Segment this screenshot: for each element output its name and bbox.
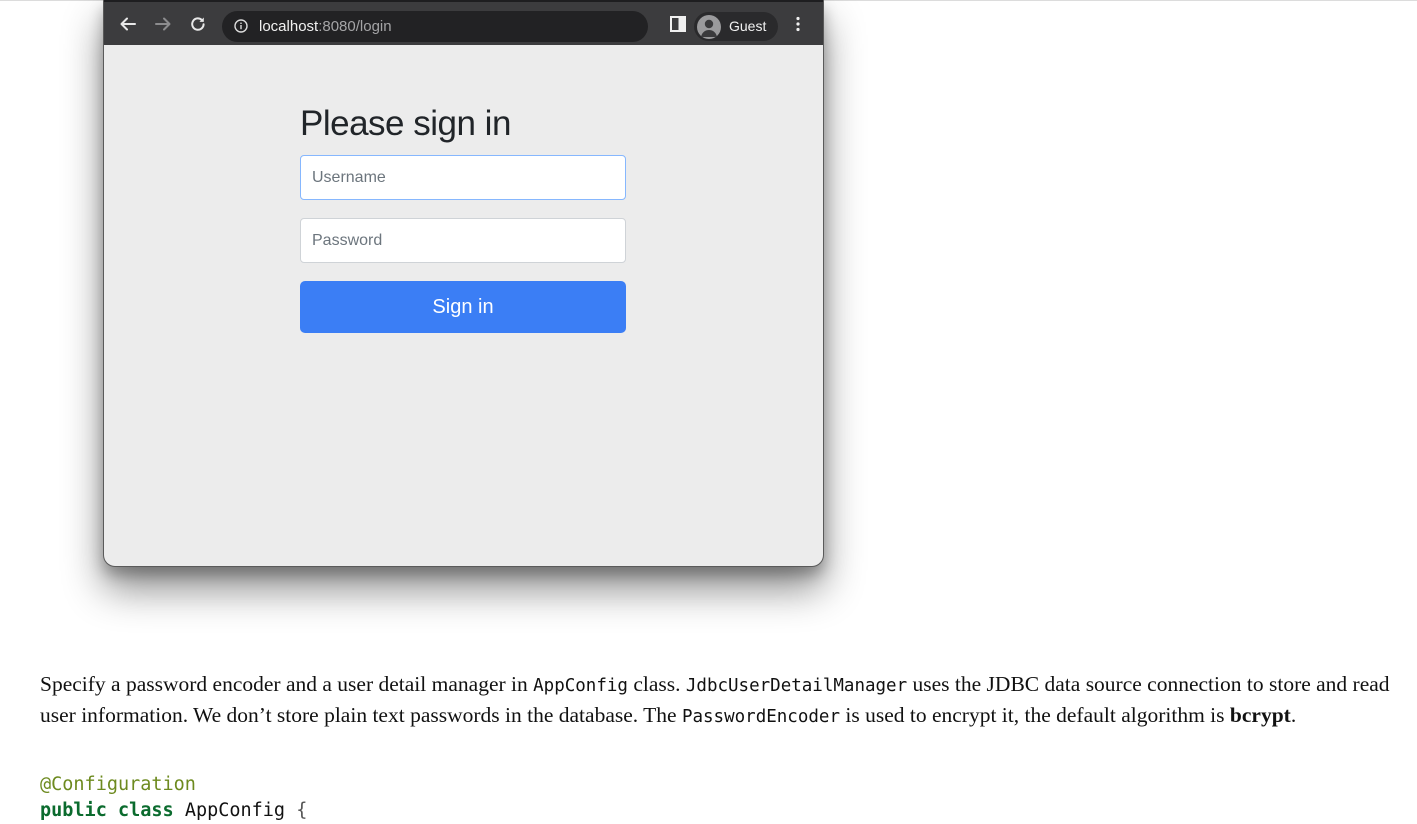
- bold-term: bcrypt: [1229, 702, 1291, 727]
- username-input[interactable]: [300, 155, 626, 200]
- browser-window-screenshot: localhost:8080/login Guest Please sign i…: [103, 0, 824, 567]
- address-text: localhost:8080/login: [259, 11, 392, 42]
- code-keyword: public: [40, 800, 107, 821]
- login-heading: Please sign in: [300, 104, 511, 143]
- address-path: :8080/login: [318, 18, 392, 35]
- address-bar[interactable]: localhost:8080/login: [222, 11, 648, 42]
- code-annotation: @Configuration: [40, 774, 196, 795]
- code-block: @Configuration public class AppConfig {: [40, 772, 307, 824]
- code-class-name: AppConfig: [184, 800, 286, 821]
- reload-icon[interactable]: [184, 10, 212, 38]
- article-paragraph: Specify a password encoder and a user de…: [40, 670, 1412, 731]
- side-panel-icon[interactable]: [664, 10, 692, 38]
- password-input[interactable]: [300, 218, 626, 263]
- article-text: Specify a password encoder and a user de…: [40, 672, 534, 696]
- address-host: localhost: [259, 18, 319, 35]
- info-icon[interactable]: [234, 19, 248, 33]
- profile-label: Guest: [729, 18, 767, 34]
- code-brace: {: [296, 800, 308, 821]
- more-vert-icon[interactable]: [784, 10, 812, 38]
- article-text: .: [1290, 702, 1297, 727]
- inline-code: JdbcUserDetailManager: [685, 676, 908, 696]
- profile-icon: [697, 15, 721, 39]
- back-arrow-icon[interactable]: [114, 10, 142, 38]
- inline-code: PasswordEncoder: [681, 706, 840, 727]
- code-keyword: class: [117, 800, 174, 821]
- article-text: class.: [627, 672, 686, 696]
- article-text: is used to encrypt it, the default algor…: [839, 702, 1230, 727]
- browser-toolbar: localhost:8080/login Guest: [104, 0, 823, 45]
- sign-in-button[interactable]: Sign in: [300, 281, 626, 333]
- inline-code: AppConfig: [533, 676, 628, 696]
- profile-button[interactable]: Guest: [694, 12, 778, 41]
- forward-arrow-icon[interactable]: [149, 10, 177, 38]
